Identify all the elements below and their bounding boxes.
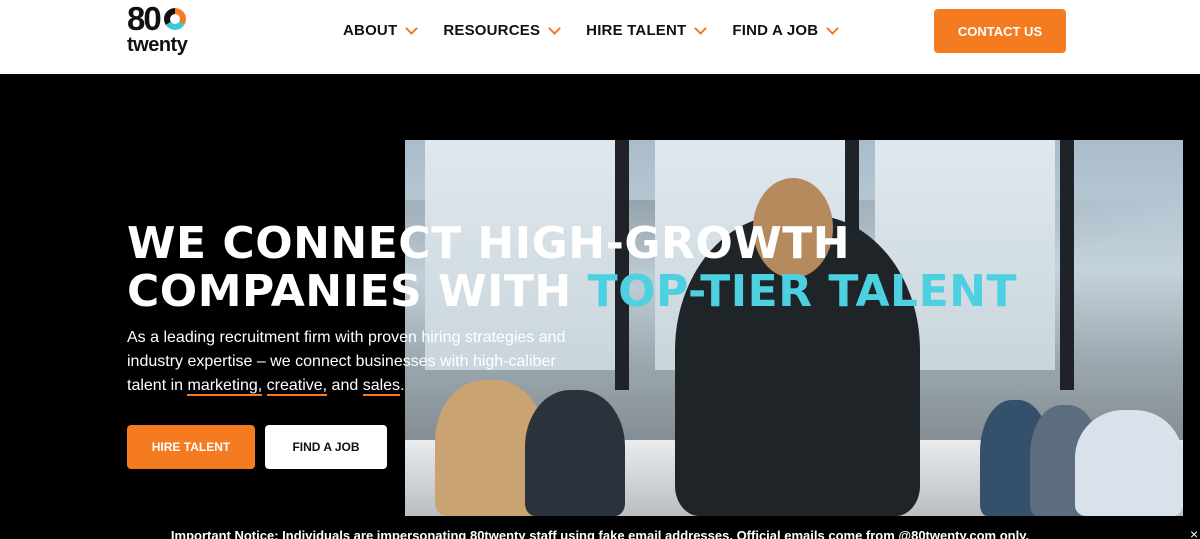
nav-item-about[interactable]: ABOUT — [343, 21, 419, 39]
photo-person — [1075, 410, 1183, 516]
logo-number: 80 — [127, 0, 162, 37]
nav-label: FIND A JOB — [732, 22, 819, 39]
hero-headline: WE CONNECT HIGH-GROWTH COMPANIES WITH TO… — [127, 220, 1017, 316]
nav-label: HIRE TALENT — [586, 22, 687, 39]
nav-label: RESOURCES — [443, 22, 541, 39]
site-header: 80 twenty ABOUT RESOURCES HIRE TALENT FI… — [0, 0, 1200, 74]
headline-line1: WE CONNECT HIGH-GROWTH — [127, 218, 851, 269]
chevron-down-icon — [694, 21, 708, 35]
nav-item-find-a-job[interactable]: FIND A JOB — [732, 21, 840, 39]
headline-line2: COMPANIES WITH — [127, 266, 588, 317]
hero-section: WE CONNECT HIGH-GROWTH COMPANIES WITH TO… — [0, 74, 1200, 539]
hire-talent-button[interactable]: HIRE TALENT — [127, 425, 255, 469]
main-nav: ABOUT RESOURCES HIRE TALENT FIND A JOB — [343, 21, 864, 39]
logo-target-icon — [164, 8, 186, 30]
logo-word: twenty — [127, 34, 188, 56]
nav-label: ABOUT — [343, 22, 398, 39]
logo[interactable]: 80 twenty — [127, 2, 203, 56]
chevron-down-icon — [548, 21, 562, 35]
close-icon[interactable]: × — [1190, 525, 1200, 539]
chevron-down-icon — [826, 21, 840, 35]
important-notice-bar: Important Notice: Individuals are impers… — [170, 528, 1030, 539]
link-marketing[interactable]: marketing, — [187, 377, 263, 396]
subtext-end: . — [400, 377, 405, 394]
nav-item-hire-talent[interactable]: HIRE TALENT — [586, 21, 708, 39]
chevron-down-icon — [405, 21, 419, 35]
photo-mullion — [1060, 140, 1074, 390]
hero-subtext: As a leading recruitment firm with prove… — [127, 326, 577, 398]
subtext-and: and — [327, 377, 363, 394]
headline-accent: TOP-TIER TALENT — [587, 266, 1017, 317]
nav-item-resources[interactable]: RESOURCES — [443, 21, 562, 39]
link-creative[interactable]: creative, — [266, 377, 328, 396]
contact-us-button[interactable]: CONTACT US — [934, 9, 1066, 53]
find-a-job-button[interactable]: FIND A JOB — [265, 425, 387, 469]
link-sales[interactable]: sales — [362, 377, 401, 396]
photo-person — [525, 390, 625, 516]
